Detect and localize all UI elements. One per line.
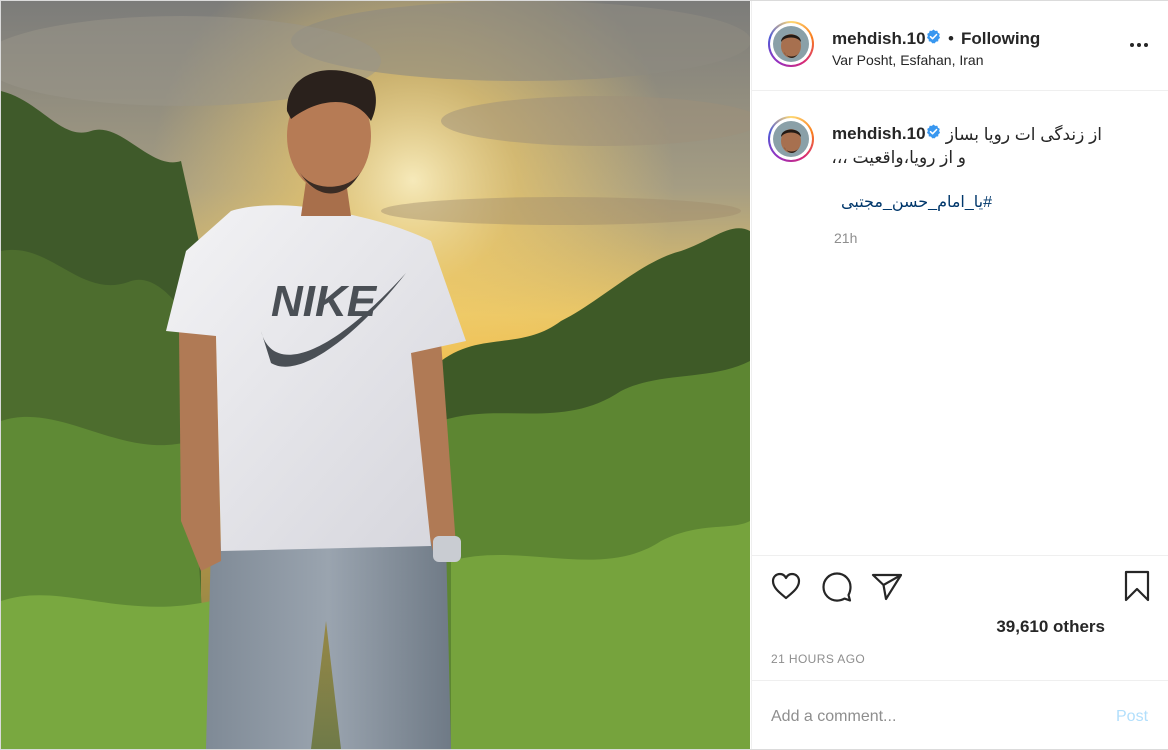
post-header: mehdish.10 • Following Var Posht, Esfaha…	[752, 1, 1168, 91]
caption-line-2: و از رویا،واقعیت ،،،	[831, 148, 966, 167]
bookmark-icon[interactable]	[1123, 570, 1151, 602]
caption-line-1: از زندگی ات رویا بساز	[945, 125, 1102, 144]
avatar-photo	[773, 26, 809, 62]
separator-dot: •	[948, 29, 954, 48]
caption-verified-badge-icon	[926, 124, 941, 139]
heart-icon[interactable]	[771, 572, 801, 600]
post-photo[interactable]: NIKE	[1, 1, 750, 749]
comment-input[interactable]	[771, 705, 1091, 729]
username-link[interactable]: mehdish.10	[832, 29, 926, 49]
post-timestamp[interactable]: 21 HOURS AGO	[771, 652, 865, 666]
shirt-brand-text: NIKE	[271, 277, 378, 326]
caption-timestamp[interactable]: 21h	[834, 230, 857, 246]
post-photo-illustration: NIKE	[1, 1, 750, 749]
post-sidebar: mehdish.10 • Following Var Posht, Esfaha…	[751, 1, 1168, 749]
likes-count[interactable]: 39,610 others	[996, 617, 1105, 637]
verified-badge-icon	[926, 29, 941, 44]
avatar[interactable]	[768, 21, 814, 67]
caption-avatar[interactable]	[768, 116, 814, 162]
comment-bubble-icon[interactable]	[821, 571, 853, 603]
following-button[interactable]: Following	[961, 29, 1040, 49]
hashtag-link[interactable]: #یا_امام_حسن_مجتبی	[832, 192, 992, 212]
actions-divider	[752, 555, 1168, 557]
caption-username-link[interactable]: mehdish.10	[832, 124, 926, 144]
caption-avatar-photo	[773, 121, 809, 157]
post-comment-button[interactable]: Post	[1116, 708, 1148, 726]
paper-plane-icon[interactable]	[871, 572, 903, 602]
post-dialog: NIKE mehdish.10 • Following Var Posht, E…	[0, 0, 1168, 750]
more-options-icon[interactable]	[1130, 43, 1150, 49]
comment-bar: Post	[752, 680, 1168, 750]
location-link[interactable]: Var Posht, Esfahan, Iran	[832, 52, 984, 68]
